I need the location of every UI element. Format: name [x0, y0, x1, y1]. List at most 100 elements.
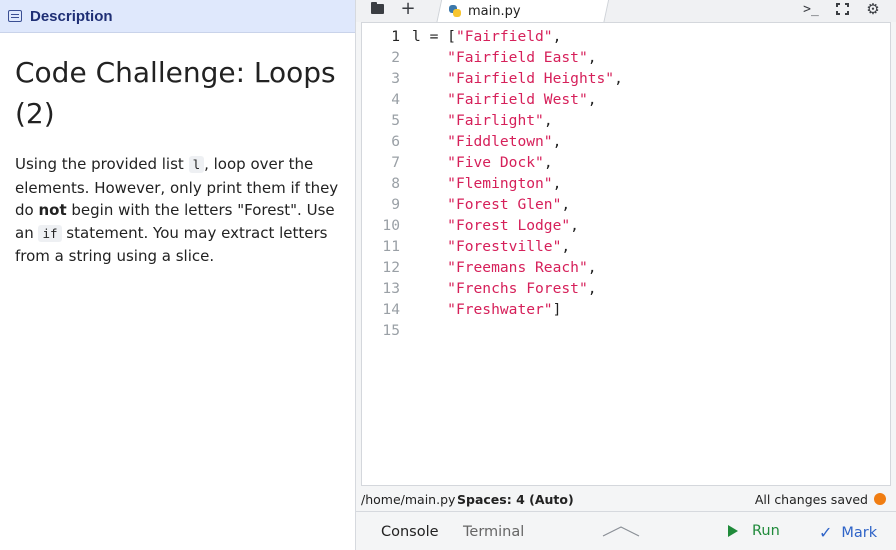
comma: , — [587, 49, 597, 66]
code-line: 14 "Freshwater"] — [362, 299, 623, 320]
code-source: "Fiddletown", — [400, 131, 561, 152]
line-number: 11 — [382, 238, 400, 255]
code-source: "Forestville", — [400, 236, 570, 257]
code-source: "Fairfield Heights", — [400, 68, 623, 89]
desc-bold-not: not — [38, 201, 67, 220]
string-literal: "Freshwater" — [447, 301, 553, 318]
string-literal: "Five Dock" — [447, 154, 544, 171]
line-number: 6 — [391, 133, 400, 150]
description-icon — [8, 10, 22, 22]
string-literal: "Fairfield" — [455, 28, 553, 45]
code-source: "Fairlight", — [400, 110, 553, 131]
mark-button[interactable]: ✓ Mark — [819, 523, 877, 542]
file-path: /home/main.py — [361, 492, 456, 507]
mark-label: Mark — [841, 524, 878, 541]
desc-text-4: statement. You may extract letters from … — [15, 223, 328, 266]
code-line: 5 "Fairlight", — [362, 110, 623, 131]
code-line: 3 "Fairfield Heights", — [362, 68, 623, 89]
string-literal: "Fiddletown" — [447, 133, 553, 150]
code-line: 12 "Freemans Reach", — [362, 257, 623, 278]
code-line: 10 "Forest Lodge", — [362, 215, 623, 236]
line-number: 10 — [382, 217, 400, 234]
save-status-dot — [874, 493, 886, 505]
line-number: 2 — [391, 49, 400, 66]
status-bar: /home/main.py Spaces: 4 (Auto) All chang… — [356, 486, 896, 512]
plus-icon[interactable]: + — [400, 0, 415, 18]
code-source: "Forest Glen", — [400, 194, 570, 215]
line-number: 13 — [382, 280, 400, 297]
comma: , — [587, 91, 597, 108]
code-source: "Forest Lodge", — [400, 215, 579, 236]
description-tab-label: Description — [30, 7, 113, 25]
line-number: 15 — [382, 322, 400, 339]
string-literal: "Forest Glen" — [447, 196, 562, 213]
comma: , — [587, 259, 597, 276]
line-number: 8 — [391, 175, 400, 192]
code-line: 4 "Fairfield West", — [362, 89, 623, 110]
comma: , — [552, 133, 562, 150]
code-line: 15 — [362, 320, 623, 341]
challenge-description: Using the provided list l, loop over the… — [15, 153, 345, 268]
string-literal: "Fairfield West" — [447, 91, 588, 108]
comma: , — [561, 238, 571, 255]
comma: , — [543, 112, 553, 129]
python-file-icon — [448, 4, 462, 18]
folder-icon[interactable] — [370, 0, 384, 18]
comma: , — [543, 154, 553, 171]
indent-setting[interactable]: Spaces: 4 (Auto) — [457, 492, 574, 507]
desc-text-1: Using the provided list — [15, 155, 189, 173]
code-line: 9 "Forest Glen", — [362, 194, 623, 215]
code-source: "Flemington", — [400, 173, 561, 194]
bottom-bar: Console Terminal Run ✓ Mark — [356, 513, 896, 550]
string-literal: "Fairfield East" — [447, 49, 588, 66]
string-literal: "Forestville" — [447, 238, 562, 255]
code-line: 11 "Forestville", — [362, 236, 623, 257]
file-tab-label: main.py — [468, 3, 521, 19]
comma: , — [552, 175, 562, 192]
fullscreen-icon[interactable] — [834, 0, 850, 18]
editor-tab-bar: + main.py >_ ⚙ — [356, 0, 896, 24]
panel-resize-handle[interactable] — [602, 525, 640, 537]
gear-icon[interactable]: ⚙ — [865, 0, 881, 18]
tab-console[interactable]: Console — [381, 524, 439, 540]
line-number: 4 — [391, 91, 400, 108]
string-literal: "Flemington" — [447, 175, 553, 192]
line-number: 5 — [391, 112, 400, 129]
code-source: "Freemans Reach", — [400, 257, 597, 278]
terminal-icon[interactable]: >_ — [802, 0, 820, 18]
code-source: "Fairfield West", — [400, 89, 597, 110]
closing-bracket: ] — [552, 301, 562, 318]
code-line: 6 "Fiddletown", — [362, 131, 623, 152]
file-tab-main-py[interactable]: main.py — [448, 2, 521, 20]
comma: , — [552, 28, 562, 45]
string-literal: "Forest Lodge" — [447, 217, 571, 234]
run-button[interactable]: Run — [728, 523, 780, 539]
description-pane: Description Code Challenge: Loops (2) Us… — [0, 0, 356, 550]
code-source: "Fairfield East", — [400, 47, 597, 68]
code-source: "Frenchs Forest", — [400, 278, 596, 299]
comma: , — [570, 217, 579, 234]
code-editor[interactable]: 1l = ["Fairfield", 2 "Fairfield East", 3 "… — [361, 22, 891, 486]
code-line: 8 "Flemington", — [362, 173, 623, 194]
code-source: "Freshwater"] — [400, 299, 561, 320]
challenge-content: Code Challenge: Loops (2) Using the prov… — [15, 52, 345, 268]
line-number: 9 — [391, 196, 400, 213]
editor-pane: + main.py >_ ⚙ 1l = ["Fairfield", 2 "Fair… — [356, 0, 896, 550]
line-number: 7 — [391, 154, 400, 171]
save-status: All changes saved — [754, 492, 868, 507]
description-tab[interactable]: Description — [0, 0, 355, 33]
inline-code-if: if — [38, 224, 62, 242]
tab-terminal[interactable]: Terminal — [463, 524, 524, 540]
code-source — [400, 320, 412, 341]
